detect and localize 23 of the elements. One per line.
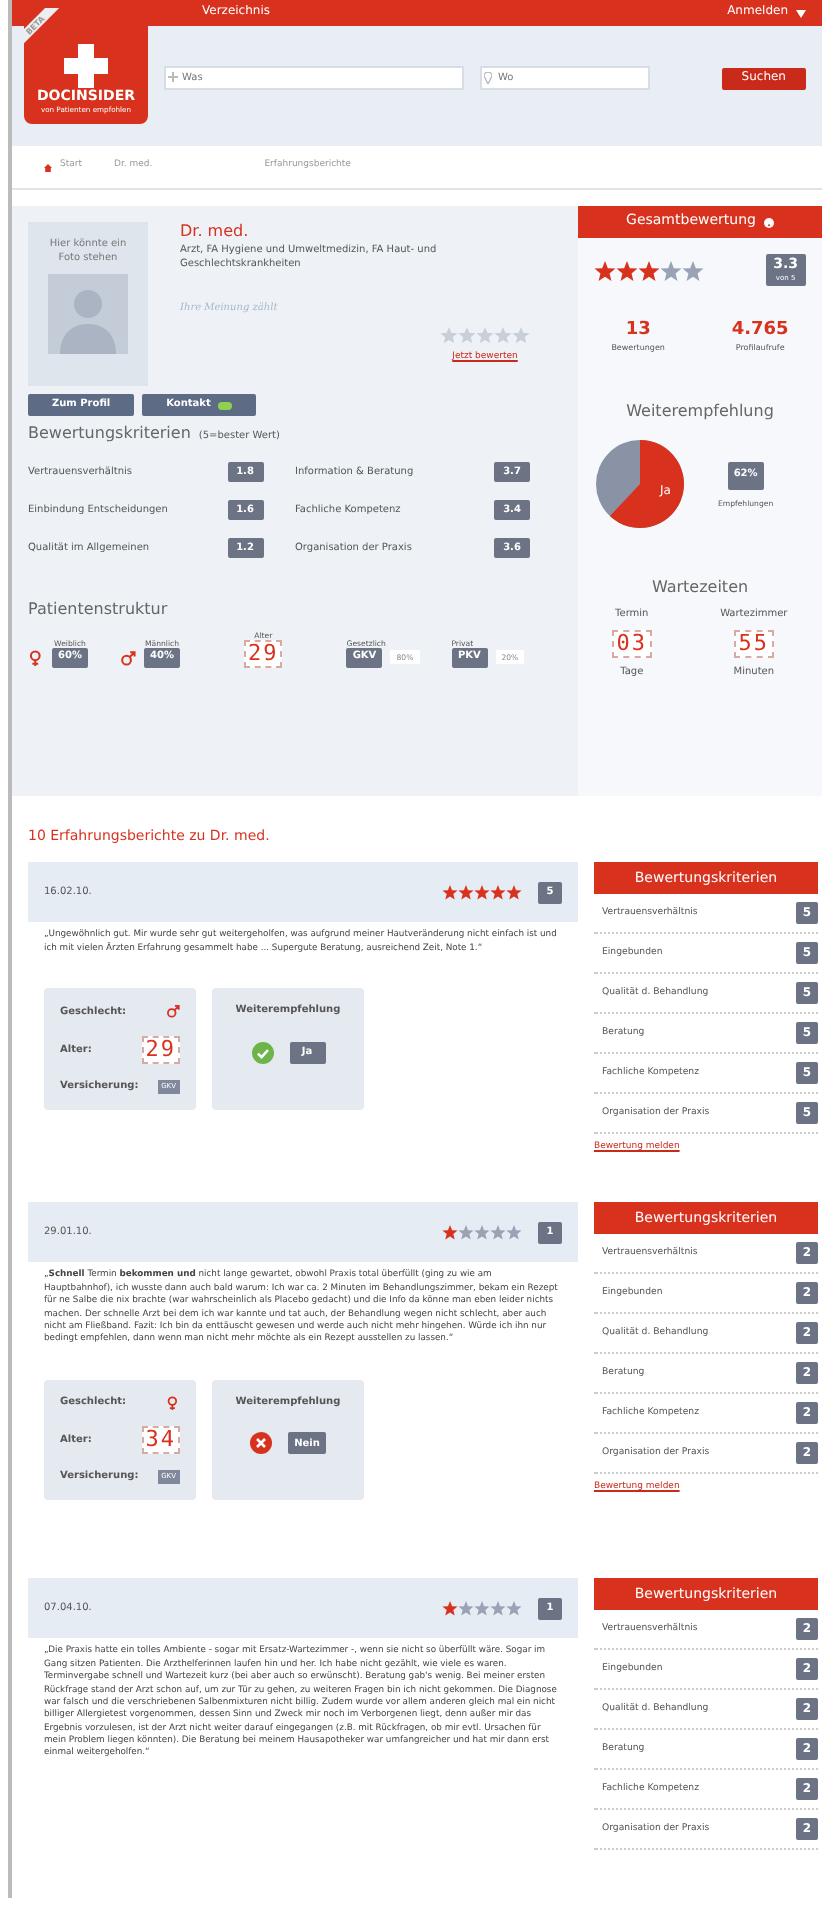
cross-icon bbox=[64, 43, 108, 88]
male-icon bbox=[120, 650, 136, 668]
section-title: Bewertungskriterien bbox=[28, 424, 191, 446]
help-icon[interactable] bbox=[763, 217, 774, 227]
plus-icon bbox=[168, 72, 178, 82]
caret-icon bbox=[796, 9, 806, 17]
person-silhouette-icon bbox=[48, 273, 128, 353]
home-icon bbox=[44, 163, 52, 171]
stat-value: 4.765 bbox=[731, 318, 789, 343]
wait-value: 03 bbox=[612, 629, 652, 658]
pin-icon bbox=[484, 72, 492, 84]
section-title: Patientenstruktur bbox=[28, 599, 170, 622]
wait-value: 55 bbox=[734, 629, 774, 658]
doctor-title: Dr. med. bbox=[180, 222, 251, 244]
section-title: Weiterempfehlung bbox=[624, 401, 776, 423]
stat-value: 13 bbox=[625, 318, 651, 343]
female-icon bbox=[28, 650, 44, 668]
age-value: 29 bbox=[244, 639, 283, 668]
section-title: Wartezeiten bbox=[649, 578, 751, 601]
age-value: 29 bbox=[141, 1035, 180, 1064]
male-icon bbox=[166, 1004, 180, 1020]
female-icon bbox=[166, 1395, 180, 1411]
age-value: 34 bbox=[141, 1426, 180, 1455]
